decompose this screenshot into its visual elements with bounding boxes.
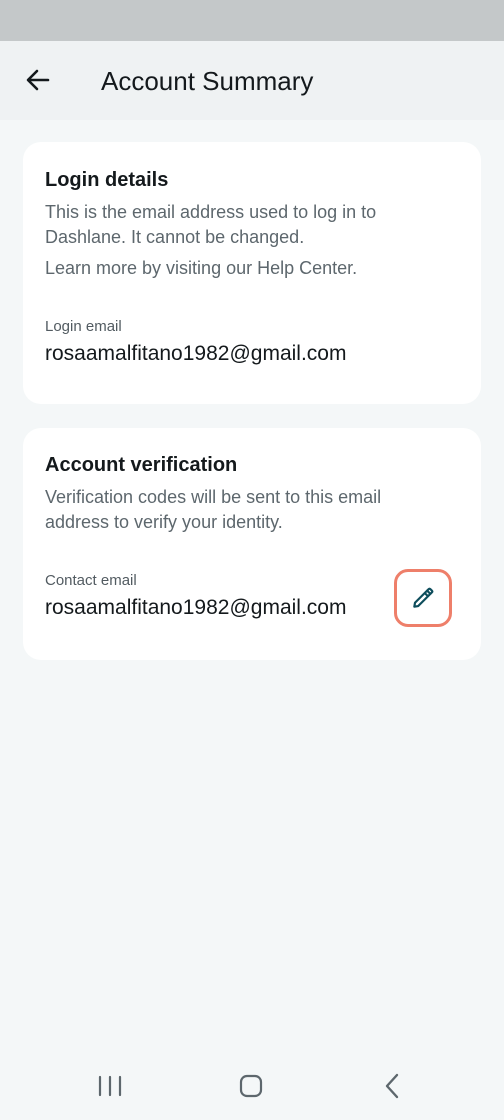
login-details-description: This is the email address used to log in… — [45, 202, 377, 247]
recents-icon — [98, 1075, 122, 1097]
system-navigation-bar — [0, 1052, 504, 1120]
system-back-button[interactable] — [368, 1064, 416, 1108]
account-verification-title: Account verification — [45, 454, 238, 476]
back-button[interactable] — [14, 56, 62, 104]
login-email-value: rosaamalfitano1982@gmail.com — [45, 342, 347, 365]
app-bar: Account Summary — [0, 41, 504, 120]
account-verification-card: Account verification Verification codes … — [23, 428, 481, 660]
login-details-card: Login details This is the email address … — [23, 142, 481, 404]
login-email-label: Login email — [45, 318, 122, 335]
contact-email-label: Contact email — [45, 572, 137, 589]
pencil-icon — [413, 587, 434, 608]
chevron-left-icon — [385, 1073, 399, 1099]
home-button[interactable] — [227, 1064, 275, 1108]
arrow-left-icon — [26, 69, 50, 91]
account-verification-description: Verification codes will be sent to this … — [45, 487, 382, 532]
help-center-text: Learn more by visiting our Help Center. — [45, 258, 358, 278]
page-title: Account Summary — [101, 66, 314, 96]
edit-contact-email-button[interactable] — [394, 569, 452, 627]
home-icon — [239, 1074, 263, 1098]
status-bar — [0, 0, 504, 41]
contact-email-value: rosaamalfitano1982@gmail.com — [45, 596, 347, 619]
recents-button[interactable] — [86, 1064, 134, 1108]
login-details-title: Login details — [45, 169, 169, 191]
